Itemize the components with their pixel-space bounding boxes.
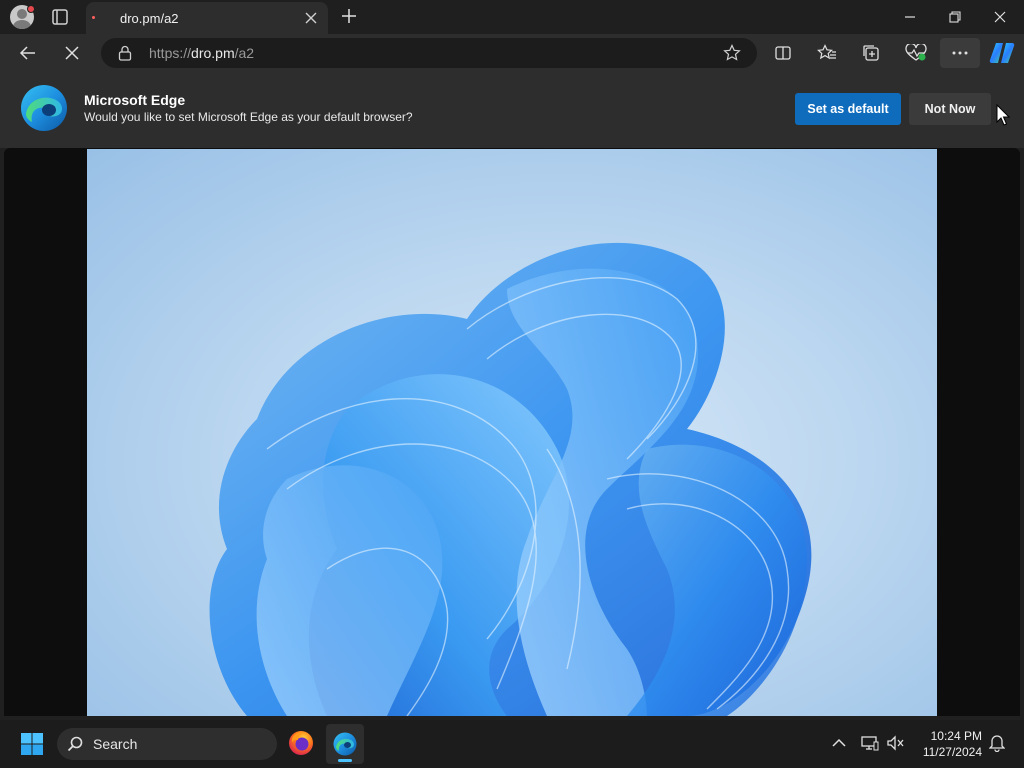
- volume-muted-icon[interactable]: [886, 733, 906, 753]
- back-arrow-icon[interactable]: [16, 41, 40, 65]
- clock-date: 11/27/2024: [922, 745, 982, 759]
- infobar-message: Would you like to set Microsoft Edge as …: [84, 110, 413, 124]
- taskbar-search-box[interactable]: Search: [57, 728, 277, 760]
- notification-bell-icon[interactable]: [987, 733, 1007, 753]
- taskbar-clock[interactable]: 10:24 PM 11/27/2024: [916, 728, 982, 760]
- infobar-title: Microsoft Edge: [84, 92, 186, 108]
- tab-favicon-icon: [92, 16, 95, 19]
- close-window-icon[interactable]: [988, 5, 1012, 29]
- minimize-icon[interactable]: [898, 5, 922, 29]
- restore-icon[interactable]: [943, 5, 967, 29]
- edge-taskbar-icon[interactable]: [326, 724, 364, 764]
- add-favorite-star-icon[interactable]: [723, 44, 741, 62]
- tab-title: dro.pm/a2: [120, 11, 179, 26]
- search-icon: [67, 736, 83, 752]
- close-tab-icon[interactable]: [302, 9, 320, 27]
- tab-actions-icon[interactable]: [48, 5, 72, 29]
- not-now-button[interactable]: Not Now: [909, 93, 991, 125]
- new-tab-plus-icon[interactable]: [338, 5, 360, 27]
- mouse-cursor-icon: [996, 103, 1011, 126]
- network-icon[interactable]: [860, 733, 880, 753]
- address-bar[interactable]: https://dro.pm/a2: [101, 38, 757, 68]
- stop-loading-icon[interactable]: [60, 41, 84, 65]
- search-label: Search: [93, 736, 138, 752]
- split-screen-icon[interactable]: [772, 42, 794, 64]
- browser-toolbar: https://dro.pm/a2: [0, 34, 1024, 72]
- edge-logo-icon: [20, 84, 68, 132]
- more-options-icon[interactable]: [940, 38, 980, 68]
- active-app-indicator: [338, 759, 352, 762]
- windows-start-icon[interactable]: [20, 732, 44, 756]
- default-browser-infobar: Microsoft Edge Would you like to set Mic…: [0, 72, 1024, 148]
- set-as-default-button[interactable]: Set as default: [795, 93, 901, 125]
- clock-time: 10:24 PM: [930, 729, 982, 743]
- tab-active[interactable]: dro.pm/a2: [86, 2, 328, 34]
- wallpaper-image: [87, 149, 937, 716]
- page-content: [4, 148, 1020, 716]
- firefox-icon[interactable]: [288, 730, 314, 756]
- title-bar: dro.pm/a2: [0, 0, 1024, 34]
- copilot-icon[interactable]: [988, 40, 1016, 66]
- collections-icon[interactable]: [860, 42, 882, 64]
- taskbar: Search 10:24 PM 11/27/2024: [0, 720, 1024, 768]
- lock-icon[interactable]: [117, 45, 133, 61]
- chevron-up-icon[interactable]: [830, 734, 848, 752]
- address-url: https://dro.pm/a2: [149, 45, 255, 61]
- heart-pulse-icon[interactable]: [904, 42, 928, 64]
- favorites-icon[interactable]: [816, 42, 838, 64]
- profile-avatar-icon[interactable]: [8, 3, 36, 31]
